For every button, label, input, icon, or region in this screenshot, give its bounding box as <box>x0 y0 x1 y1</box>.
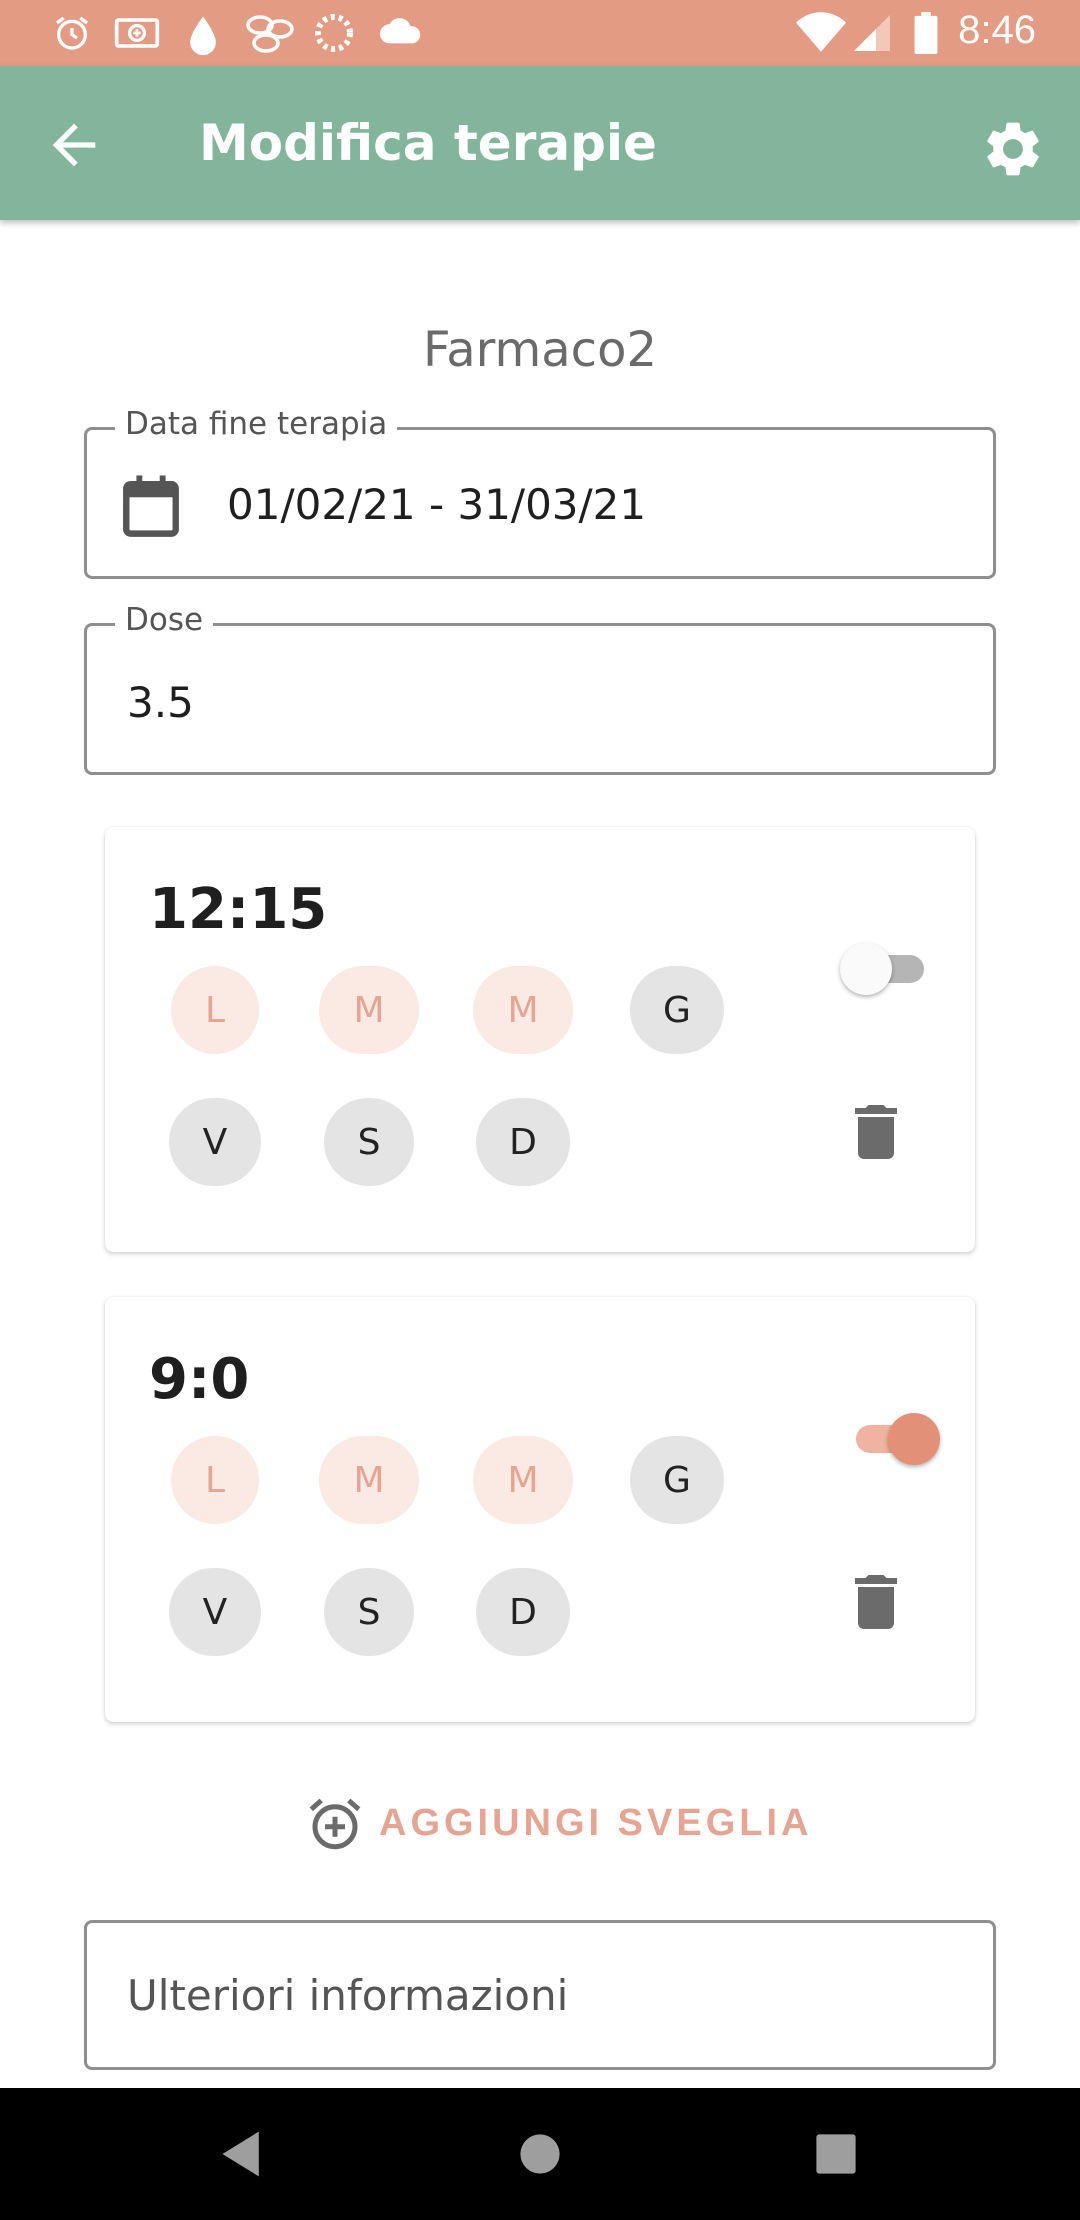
dose-field[interactable]: Dose 3.5 <box>84 602 996 775</box>
day-button-thursday[interactable]: G <box>630 966 724 1054</box>
toggle-thumb <box>888 1413 940 1465</box>
dose-field-label: Dose <box>115 602 214 638</box>
calendar-icon[interactable] <box>121 474 181 538</box>
notes-field[interactable]: Ulteriori informazioni <box>84 1920 996 2070</box>
day-button-friday[interactable]: V <box>169 1098 261 1186</box>
alarm-card: 12:15 L M M G V S D <box>105 827 975 1252</box>
alarm-card: 9:0 L M M G V S D <box>105 1297 975 1722</box>
day-button-thursday[interactable]: G <box>630 1436 724 1524</box>
cloud-icon <box>379 18 421 44</box>
wifi-icon <box>796 12 846 52</box>
dose-value: 3.5 <box>127 678 194 727</box>
gear-icon[interactable] <box>980 116 1046 182</box>
navigation-bar <box>0 2088 1080 2220</box>
money-icon <box>114 18 160 48</box>
notes-placeholder: Ulteriori informazioni <box>127 1971 569 2020</box>
home-nav-icon[interactable] <box>512 2126 568 2182</box>
date-range-value: 01/02/21 - 31/03/21 <box>227 480 647 529</box>
alarm-toggle[interactable] <box>842 1407 940 1467</box>
alarm-time[interactable]: 12:15 <box>149 877 327 942</box>
drop-icon <box>190 16 216 56</box>
add-alarm-label: AGGIUNGI SVEGLIA <box>379 1801 813 1844</box>
arrow-back-icon[interactable] <box>42 113 106 177</box>
page-title: Modifica terapie <box>199 114 657 172</box>
day-button-monday[interactable]: L <box>171 966 259 1054</box>
signal-icon <box>854 15 890 51</box>
status-time: 8:46 <box>958 8 1036 52</box>
day-button-wednesday[interactable]: M <box>473 1436 573 1524</box>
back-nav-icon[interactable] <box>214 2126 270 2182</box>
status-bar: 8:46 <box>0 0 1080 66</box>
trash-icon[interactable] <box>854 1575 898 1629</box>
day-button-sunday[interactable]: D <box>476 1568 570 1656</box>
recents-nav-icon[interactable] <box>808 2126 864 2182</box>
app-bar: Modifica terapie <box>0 66 1080 220</box>
pills-icon <box>246 15 294 53</box>
toggle-thumb <box>840 943 892 995</box>
day-button-sunday[interactable]: D <box>476 1098 570 1186</box>
alarm-toggle[interactable] <box>840 937 938 997</box>
day-button-monday[interactable]: L <box>171 1436 259 1524</box>
battery-icon <box>914 12 938 54</box>
trash-icon[interactable] <box>854 1105 898 1159</box>
alarm-add-icon <box>309 1798 361 1850</box>
date-range-field[interactable]: Data fine terapia 01/02/21 - 31/03/21 <box>84 406 996 579</box>
drug-name: Farmaco2 <box>423 322 657 378</box>
day-button-tuesday[interactable]: M <box>319 1436 419 1524</box>
screen: 8:46 Modifica terapie Farmaco2 Data fine… <box>0 0 1080 2220</box>
day-button-friday[interactable]: V <box>169 1568 261 1656</box>
add-alarm-button[interactable]: AGGIUNGI SVEGLIA <box>305 1790 812 1856</box>
alarm-icon <box>56 16 88 50</box>
day-button-tuesday[interactable]: M <box>319 966 419 1054</box>
date-field-label: Data fine terapia <box>115 406 398 442</box>
day-button-saturday[interactable]: S <box>324 1568 414 1656</box>
alarm-time[interactable]: 9:0 <box>149 1347 249 1412</box>
day-button-saturday[interactable]: S <box>324 1098 414 1186</box>
day-button-wednesday[interactable]: M <box>473 966 573 1054</box>
loading-icon <box>315 14 353 52</box>
